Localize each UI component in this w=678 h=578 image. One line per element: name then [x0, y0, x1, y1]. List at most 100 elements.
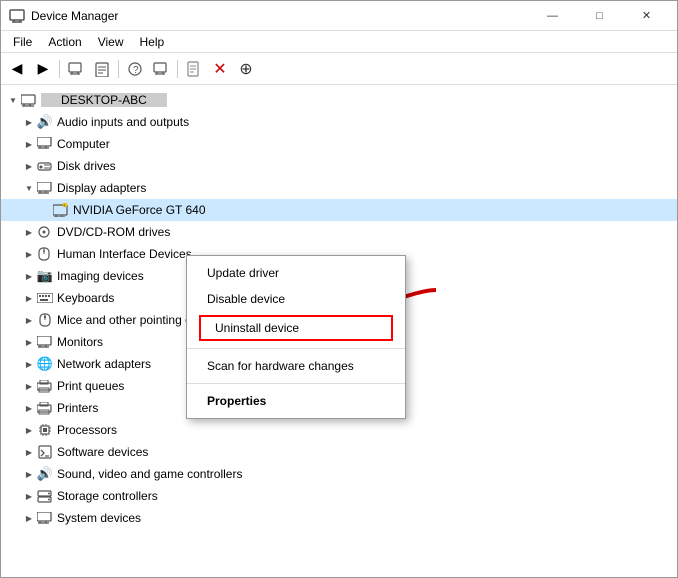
- network-label: Network adapters: [57, 357, 151, 371]
- tree-item-storage[interactable]: ▶ Storage controllers: [1, 485, 677, 507]
- expand-printers[interactable]: ▶: [21, 400, 37, 416]
- ctx-properties[interactable]: Properties: [187, 388, 405, 414]
- tree-item-sound[interactable]: ▶ 🔊 Sound, video and game controllers: [1, 463, 677, 485]
- tree-item-display[interactable]: ▼ Display adapters: [1, 177, 677, 199]
- expand-display[interactable]: ▼: [21, 180, 37, 196]
- monitor-icon: [37, 334, 53, 350]
- svg-text:?: ?: [133, 65, 139, 76]
- tree-item-software[interactable]: ▶ Software devices: [1, 441, 677, 463]
- ctx-update-driver[interactable]: Update driver: [187, 260, 405, 286]
- nvidia-label: NVIDIA GeForce GT 640: [73, 203, 206, 217]
- svg-text:!: !: [64, 203, 65, 208]
- expand-imaging[interactable]: ▶: [21, 268, 37, 284]
- keyboard-icon: [37, 290, 53, 306]
- close-button[interactable]: ✕: [624, 1, 669, 31]
- tree-item-nvidia[interactable]: ▶ ! NVIDIA GeForce GT 640: [1, 199, 677, 221]
- expand-dvd[interactable]: ▶: [21, 224, 37, 240]
- imaging-icon: 📷: [37, 268, 53, 284]
- forward-button[interactable]: ▶: [31, 57, 55, 81]
- printers-label: Printers: [57, 401, 98, 415]
- ctx-uninstall-wrapper: Uninstall device: [187, 312, 405, 344]
- printers-icon: [37, 400, 53, 416]
- menu-view[interactable]: View: [90, 33, 132, 51]
- keyboards-label: Keyboards: [57, 291, 114, 305]
- toolbar-doc-btn[interactable]: [182, 57, 206, 81]
- expand-disk[interactable]: ▶: [21, 158, 37, 174]
- printqueues-icon: [37, 378, 53, 394]
- toolbar: ◀ ▶ ?: [1, 53, 677, 85]
- expand-audio[interactable]: ▶: [21, 114, 37, 130]
- tree-item-system[interactable]: ▶ System devices: [1, 507, 677, 529]
- back-button[interactable]: ◀: [5, 57, 29, 81]
- sound-label: Sound, video and game controllers: [57, 467, 242, 481]
- toolbar-btn-1[interactable]: [64, 57, 88, 81]
- ctx-disable-device[interactable]: Disable device: [187, 286, 405, 312]
- root-icon: [21, 92, 37, 108]
- audio-icon: 🔊: [37, 114, 53, 130]
- computer-label: Computer: [57, 137, 110, 151]
- toolbar-refresh-btn[interactable]: ⊕: [234, 57, 258, 81]
- tree-root[interactable]: ▼ DESKTOP-ABC: [1, 89, 677, 111]
- minimize-button[interactable]: —: [530, 1, 575, 31]
- menu-file[interactable]: File: [5, 33, 40, 51]
- tree-item-computer[interactable]: ▶ Computer: [1, 133, 677, 155]
- nvidia-icon: !: [53, 202, 69, 218]
- tree-item-disk[interactable]: ▶ Disk drives: [1, 155, 677, 177]
- ctx-divider-1: [187, 348, 405, 349]
- computer-icon: [37, 136, 53, 152]
- expand-monitors[interactable]: ▶: [21, 334, 37, 350]
- expand-printqueues[interactable]: ▶: [21, 378, 37, 394]
- toolbar-btn-2[interactable]: [90, 57, 114, 81]
- storage-label: Storage controllers: [57, 489, 158, 503]
- mice-icon: [37, 312, 53, 328]
- menu-bar: File Action View Help: [1, 31, 677, 53]
- tree-item-dvd[interactable]: ▶ DVD/CD-ROM drives: [1, 221, 677, 243]
- tree-item-processors[interactable]: ▶ Processors: [1, 419, 677, 441]
- window-controls: — □ ✕: [530, 1, 669, 31]
- expand-software[interactable]: ▶: [21, 444, 37, 460]
- display-label: Display adapters: [57, 181, 146, 195]
- processors-label: Processors: [57, 423, 117, 437]
- disk-icon: [37, 158, 53, 174]
- ctx-uninstall-device[interactable]: Uninstall device: [199, 315, 393, 341]
- processors-icon: [37, 422, 53, 438]
- menu-action[interactable]: Action: [40, 33, 89, 51]
- expand-storage[interactable]: ▶: [21, 488, 37, 504]
- toolbar-delete-btn[interactable]: ✕: [208, 57, 232, 81]
- system-label: System devices: [57, 511, 141, 525]
- ctx-divider-2: [187, 383, 405, 384]
- title-bar: Device Manager — □ ✕: [1, 1, 677, 31]
- display-icon: [37, 180, 53, 196]
- expand-keyboards[interactable]: ▶: [21, 290, 37, 306]
- content-area: ▼ DESKTOP-ABC ▶ 🔊 Audio inputs and outpu…: [1, 85, 677, 577]
- expand-sound[interactable]: ▶: [21, 466, 37, 482]
- menu-help[interactable]: Help: [132, 33, 173, 51]
- root-label: DESKTOP-ABC: [41, 93, 167, 107]
- network-icon: 🌐: [37, 356, 53, 372]
- storage-icon: [37, 488, 53, 504]
- expand-hid[interactable]: ▶: [21, 246, 37, 262]
- hid-icon: [37, 246, 53, 262]
- toolbar-separator-1: [59, 60, 60, 78]
- hid-label: Human Interface Devices: [57, 247, 192, 261]
- tree-item-audio[interactable]: ▶ 🔊 Audio inputs and outputs: [1, 111, 677, 133]
- monitors-label: Monitors: [57, 335, 103, 349]
- expand-mice[interactable]: ▶: [21, 312, 37, 328]
- ctx-scan-hardware[interactable]: Scan for hardware changes: [187, 353, 405, 379]
- sound-icon: 🔊: [37, 466, 53, 482]
- context-menu: Update driver Disable device Uninstall d…: [186, 255, 406, 419]
- expand-processors[interactable]: ▶: [21, 422, 37, 438]
- expand-network[interactable]: ▶: [21, 356, 37, 372]
- maximize-button[interactable]: □: [577, 1, 622, 31]
- printqueues-label: Print queues: [57, 379, 124, 393]
- expand-system[interactable]: ▶: [21, 510, 37, 526]
- toolbar-help-btn[interactable]: ?: [123, 57, 147, 81]
- expand-root[interactable]: ▼: [5, 92, 21, 108]
- toolbar-monitor-btn[interactable]: [149, 57, 173, 81]
- audio-label: Audio inputs and outputs: [57, 115, 189, 129]
- software-label: Software devices: [57, 445, 148, 459]
- toolbar-separator-3: [177, 60, 178, 78]
- expand-computer[interactable]: ▶: [21, 136, 37, 152]
- window-title: Device Manager: [31, 9, 530, 23]
- toolbar-separator-2: [118, 60, 119, 78]
